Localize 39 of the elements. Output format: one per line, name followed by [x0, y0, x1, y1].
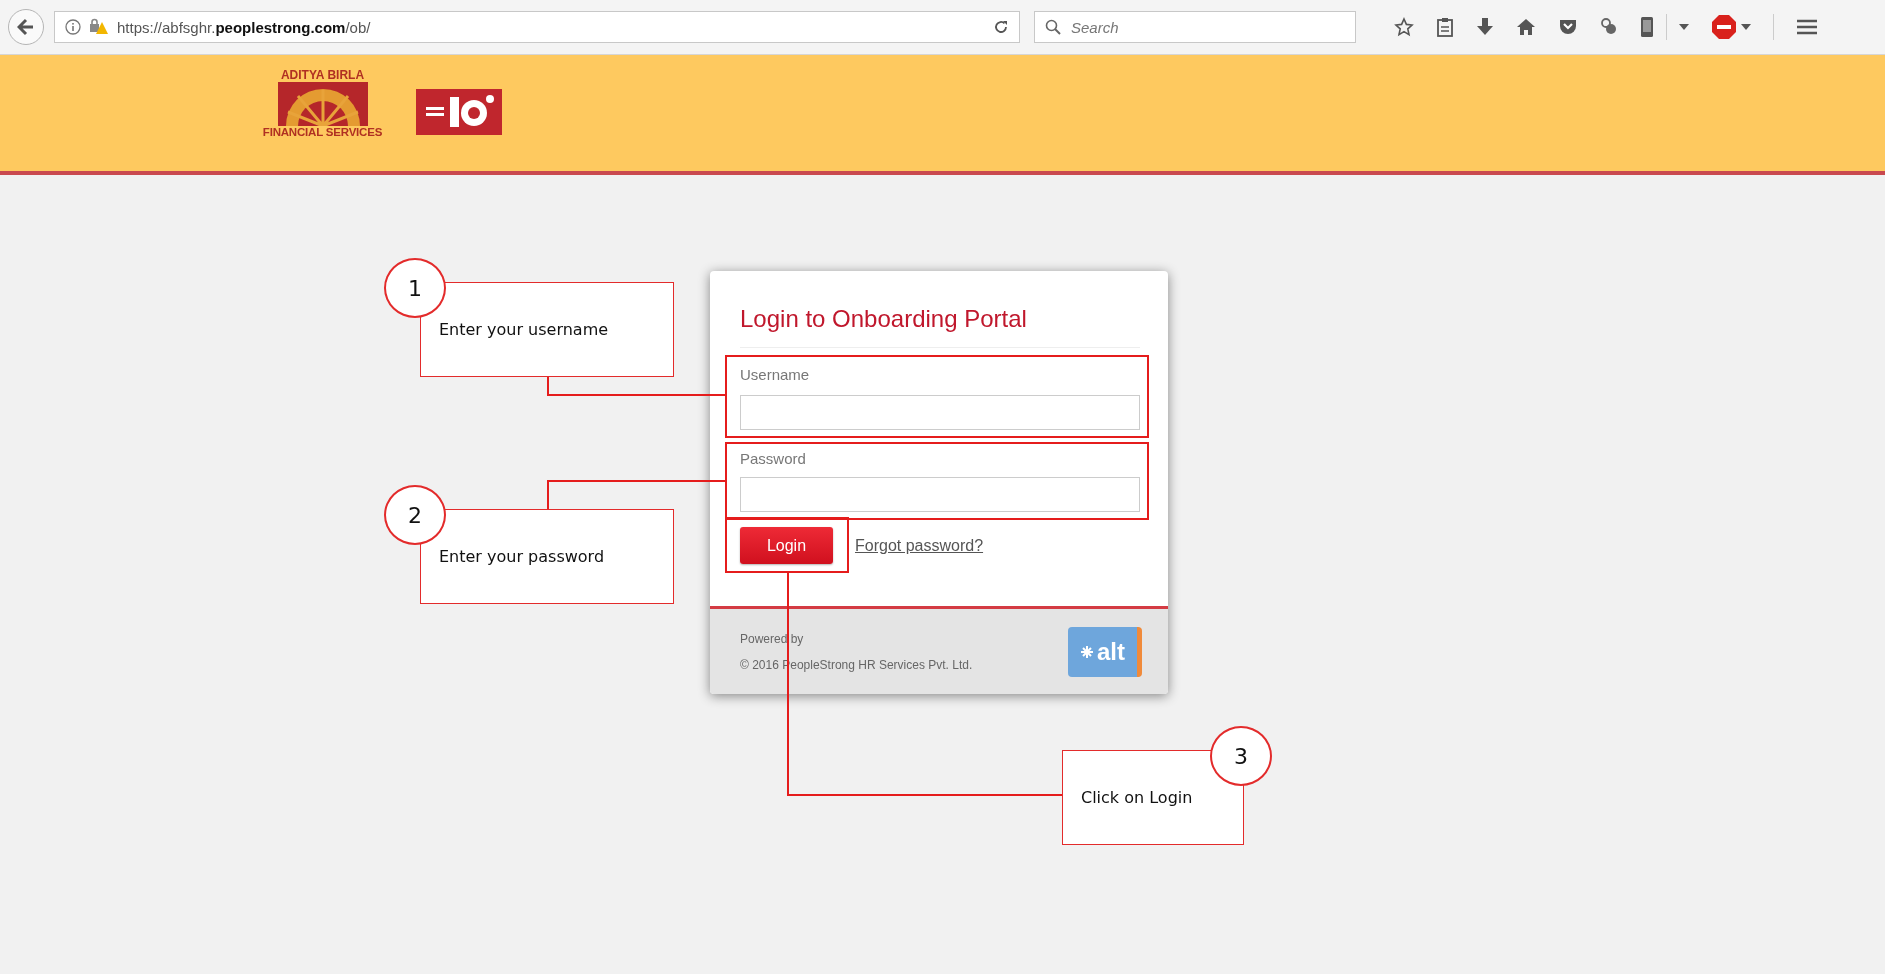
address-bar[interactable]: https://abfsghr.peoplestrong.com/ob/	[54, 11, 1020, 43]
clipboard-icon[interactable]	[1436, 17, 1454, 37]
input-field[interactable]	[740, 477, 1140, 512]
search-input[interactable]: Search	[1069, 17, 1333, 37]
stop-sign-icon[interactable]	[1711, 14, 1737, 40]
menu-icon[interactable]	[1796, 18, 1818, 36]
search-field[interactable]: Search	[1034, 11, 1356, 43]
logo-text: FINANCIAL SERVICES	[262, 126, 383, 139]
input-field[interactable]	[740, 395, 1140, 430]
callout-box: Enter your username	[420, 282, 674, 377]
caret-icon[interactable]	[1741, 24, 1751, 30]
extension-icon[interactable]	[1600, 17, 1618, 37]
download-icon[interactable]	[1476, 17, 1494, 37]
logo-text: ADITYA BIRLA	[280, 69, 365, 82]
info-icon[interactable]	[65, 19, 81, 35]
phone-icon[interactable]	[1640, 16, 1654, 38]
field-label: Password	[740, 450, 807, 467]
caret-icon[interactable]	[1679, 24, 1689, 30]
star-icon[interactable]	[1394, 17, 1414, 37]
pocket-icon[interactable]	[1558, 18, 1578, 36]
step-number: 3	[1210, 726, 1272, 786]
home-icon[interactable]	[1516, 18, 1536, 36]
back-arrow-icon	[17, 18, 35, 36]
sunburst-logo-icon	[277, 82, 368, 126]
powered-by-text: Powered by	[740, 631, 805, 646]
forgot-password-link[interactable]: Forgot password?	[855, 536, 984, 555]
brand-logo-icon	[416, 89, 502, 135]
url-text: https://abfsghr.peoplestrong.com/ob/	[117, 18, 371, 36]
callout-box: Enter your password	[420, 509, 674, 604]
reload-icon[interactable]	[993, 19, 1009, 35]
back-button[interactable]	[8, 9, 44, 45]
field-label: Username	[740, 366, 811, 383]
card-title: Login to Onboarding Portal	[740, 305, 1140, 348]
login-button[interactable]: Login	[740, 527, 833, 564]
brand-badge: alt	[1068, 626, 1142, 677]
search-icon	[1045, 19, 1061, 35]
step-number: 2	[384, 485, 446, 545]
lock-warning-icon[interactable]	[89, 18, 109, 36]
step-number: 1	[384, 258, 446, 318]
